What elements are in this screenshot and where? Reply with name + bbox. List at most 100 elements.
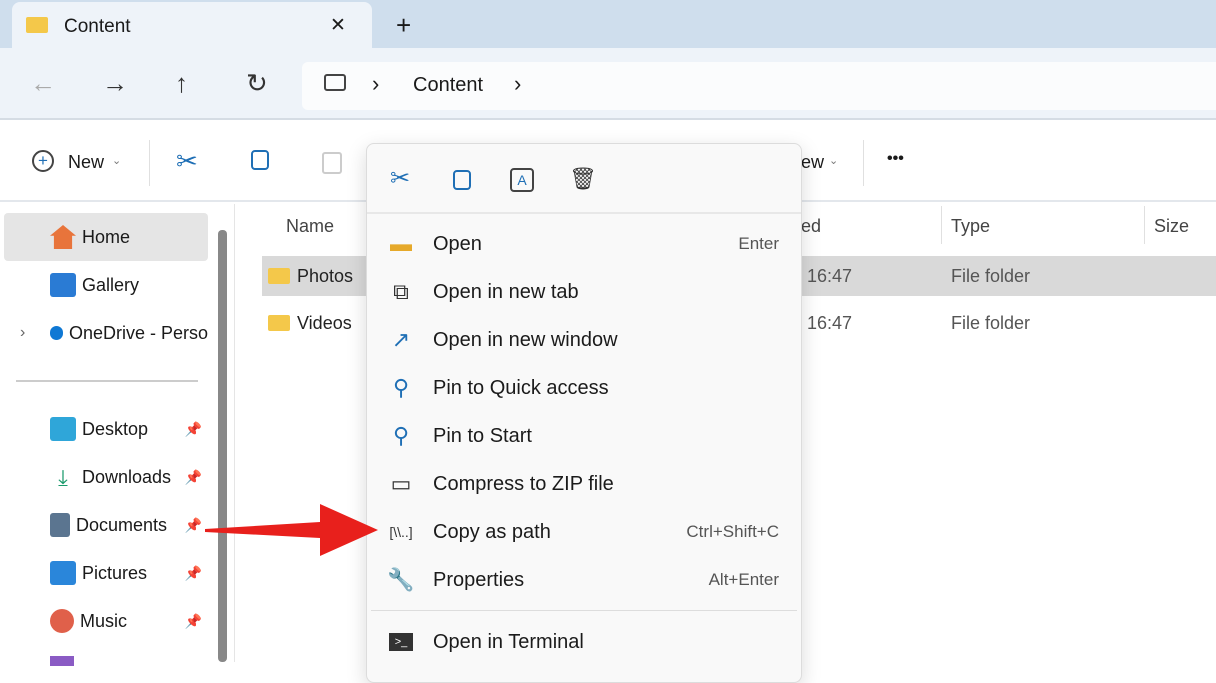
cut-icon[interactable]: ✂: [390, 164, 410, 193]
file-name: Videos: [297, 313, 352, 333]
divider: [234, 204, 235, 662]
file-type: File folder: [951, 266, 1031, 286]
shortcut: Enter: [738, 234, 779, 253]
sidebar-item-onedrive[interactable]: › OneDrive - Perso: [4, 309, 208, 357]
file-modified: 16:47: [807, 266, 853, 286]
menu-item-open[interactable]: ▬ Open Enter: [371, 222, 797, 266]
pin-icon[interactable]: 📌: [185, 469, 202, 486]
navigation-pane: Home Gallery › OneDrive - Perso Desktop 📌 …: [0, 204, 232, 666]
sidebar-item-label: Desktop: [82, 418, 149, 439]
menu-item-label: Open in new window: [433, 328, 618, 351]
sidebar-item-desktop[interactable]: Desktop 📌: [4, 405, 208, 453]
menu-item-label: Compress to ZIP file: [433, 472, 614, 495]
menu-item-label: Open in Terminal: [433, 630, 584, 653]
back-button[interactable]: ←: [30, 68, 56, 99]
menu-item-copy-as-path[interactable]: [\\..] Copy as path Ctrl+Shift+C: [371, 510, 797, 554]
wrench-icon: 🔧: [387, 567, 415, 592]
pin-icon[interactable]: 📌: [185, 613, 202, 630]
new-window-icon: ↗: [391, 327, 411, 352]
menu-item-open-new-window[interactable]: ↗ Open in new window: [371, 318, 797, 362]
more-options-button[interactable]: •••: [887, 150, 904, 168]
sidebar-item-music[interactable]: Music 📌: [4, 597, 208, 645]
menu-item-properties[interactable]: 🔧 Properties Alt+Enter: [371, 558, 797, 602]
sidebar-item-documents[interactable]: Documents 📌: [4, 501, 208, 549]
pin-icon: ⚲: [392, 375, 410, 400]
sidebar-scrollbar[interactable]: [218, 230, 227, 662]
divider: [1144, 206, 1145, 244]
pin-icon[interactable]: 📌: [185, 421, 202, 438]
chevron-icon[interactable]: ›: [514, 71, 521, 97]
home-icon: [50, 225, 76, 249]
file-type: File folder: [951, 313, 1031, 333]
column-header-date-modified[interactable]: ed: [801, 216, 821, 237]
refresh-button[interactable]: ↻: [246, 68, 268, 99]
plus-circle-icon: +: [32, 150, 54, 172]
shortcut: Ctrl+Shift+C: [686, 522, 779, 541]
pin-icon[interactable]: 📌: [185, 565, 202, 582]
sidebar-item-label: Home: [82, 226, 131, 247]
sidebar-item-label: Downloads: [82, 466, 172, 487]
menu-item-open-terminal[interactable]: >_ Open in Terminal: [371, 620, 797, 664]
sidebar-item-gallery[interactable]: Gallery: [4, 261, 208, 309]
menu-item-label: Pin to Start: [433, 424, 532, 447]
shortcut: Alt+Enter: [708, 570, 779, 589]
divider: [863, 140, 864, 186]
context-menu: ✂ A 🗑 ▬ Open Enter ⧉ Open in new tab ↗ Open …: [366, 143, 802, 683]
column-header-size[interactable]: Size: [1154, 216, 1189, 237]
copy-icon[interactable]: [453, 170, 471, 190]
rename-icon[interactable]: A: [510, 168, 534, 192]
divider: [371, 610, 797, 611]
arrow-shape: [205, 504, 378, 556]
expand-chevron-icon[interactable]: ›: [20, 324, 25, 342]
tab-title: Content: [64, 16, 131, 37]
menu-item-pin-start[interactable]: ⚲ Pin to Start: [371, 414, 797, 458]
divider: [149, 140, 150, 186]
menu-item-label: Properties: [433, 568, 525, 591]
menu-item-label: Open in new tab: [433, 280, 579, 303]
menu-item-label: Copy as path: [433, 520, 551, 543]
folder-open-icon: ▬: [390, 231, 412, 256]
close-tab-icon[interactable]: ✕: [330, 14, 346, 37]
folder-icon: [268, 315, 290, 331]
menu-item-compress-zip[interactable]: ▭ Compress to ZIP file: [371, 462, 797, 506]
delete-icon[interactable]: 🗑: [569, 166, 597, 192]
sidebar-item-label: Documents: [76, 514, 168, 535]
new-tab-icon: ⧉: [393, 279, 409, 304]
new-tab-button[interactable]: +: [396, 10, 411, 41]
divider: [941, 206, 942, 244]
divider: [367, 212, 801, 214]
gallery-icon: [50, 273, 76, 297]
menu-item-label: Open: [433, 232, 482, 255]
cut-icon[interactable]: ✂: [176, 146, 198, 177]
sidebar-item-home[interactable]: Home: [4, 213, 208, 261]
chevron-icon[interactable]: ›: [372, 71, 379, 97]
file-modified: 16:47: [807, 313, 853, 333]
view-button[interactable]: ew: [801, 152, 824, 173]
tab-content[interactable]: Content ✕: [12, 2, 372, 50]
address-bar[interactable]: › Content ›: [302, 62, 1216, 110]
menu-item-label: Pin to Quick access: [433, 376, 609, 399]
copy-path-icon: [\\..]: [389, 524, 413, 540]
column-header-type[interactable]: Type: [951, 216, 990, 237]
column-header-name[interactable]: Name: [286, 216, 334, 237]
new-button[interactable]: New: [68, 152, 104, 173]
red-arrow-annotation: [205, 504, 378, 556]
download-icon: ⤓: [58, 465, 68, 490]
videos-icon: [50, 656, 74, 666]
pictures-icon: [50, 561, 76, 585]
forward-button[interactable]: →: [102, 68, 128, 99]
copy-icon[interactable]: [251, 150, 269, 170]
menu-item-pin-quick-access[interactable]: ⚲ Pin to Quick access: [371, 366, 797, 410]
sidebar-item-pictures[interactable]: Pictures 📌: [4, 549, 208, 597]
desktop-icon: [50, 417, 76, 441]
menu-item-open-new-tab[interactable]: ⧉ Open in new tab: [371, 270, 797, 314]
folder-icon: [268, 268, 290, 284]
sidebar-item-downloads[interactable]: ⤓ Downloads 📌: [4, 453, 208, 501]
breadcrumb-content[interactable]: Content: [413, 74, 483, 97]
paste-icon[interactable]: [322, 152, 342, 174]
chevron-down-icon: ⌄: [112, 155, 122, 167]
pin-icon: ⚲: [392, 423, 410, 448]
this-pc-icon: [324, 74, 346, 91]
music-icon: [50, 609, 74, 633]
up-button[interactable]: ↑: [175, 68, 188, 99]
